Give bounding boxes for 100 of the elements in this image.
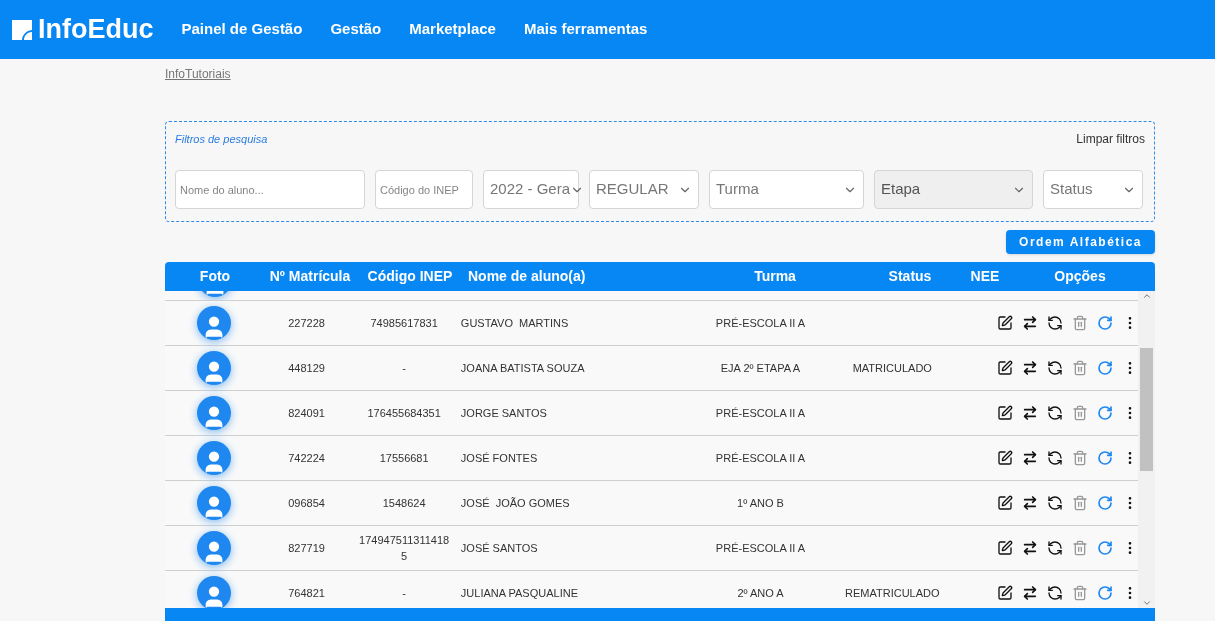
- edit-icon[interactable]: [997, 315, 1013, 331]
- sync-icon[interactable]: [1047, 450, 1063, 466]
- class-name: 2º ANO A: [737, 586, 784, 599]
- avatar-icon: [196, 486, 231, 520]
- column-header: Opções: [1054, 268, 1106, 284]
- edit-icon[interactable]: [997, 405, 1013, 421]
- sync-icon[interactable]: [1047, 360, 1063, 376]
- reload-icon[interactable]: [1097, 585, 1113, 601]
- inep-code: 1749475113114185: [358, 532, 451, 564]
- nav-link[interactable]: Gestão: [330, 18, 382, 41]
- class-name: EJA 2º ETAPA A: [720, 361, 801, 374]
- enrollment-number: 227228: [288, 316, 325, 329]
- sync-icon[interactable]: [1047, 585, 1063, 601]
- column-header: Nº Matrícula: [269, 268, 351, 284]
- edit-icon[interactable]: [997, 495, 1013, 511]
- reload-icon[interactable]: [1097, 405, 1113, 421]
- text-input-field[interactable]: Código do INEP: [375, 170, 473, 209]
- sync-icon[interactable]: [1047, 405, 1063, 421]
- delete-icon[interactable]: [1072, 540, 1088, 556]
- swap-arrows-icon[interactable]: [1022, 360, 1038, 376]
- student-name: GUSTAVO MARTINS: [460, 316, 569, 329]
- nav-link[interactable]: Marketplace: [409, 18, 496, 41]
- enrollment-number: 742224: [288, 451, 325, 464]
- swap-arrows-icon[interactable]: [1022, 450, 1038, 466]
- edit-icon[interactable]: [997, 540, 1013, 556]
- class-name: PRÉ-ESCOLA II A: [715, 451, 806, 464]
- avatar-icon: [196, 306, 231, 340]
- edit-icon[interactable]: [997, 585, 1013, 601]
- delete-icon[interactable]: [1072, 360, 1088, 376]
- swap-arrows-icon[interactable]: [1022, 495, 1038, 511]
- column-header: NEE: [970, 268, 1000, 284]
- swap-arrows-icon[interactable]: [1022, 315, 1038, 331]
- edit-icon[interactable]: [997, 360, 1013, 376]
- delete-icon[interactable]: [1072, 405, 1088, 421]
- nav-link[interactable]: Mais ferramentas: [523, 18, 648, 41]
- tutorials-link[interactable]: InfoTutoriais: [165, 65, 231, 83]
- reload-icon[interactable]: [1097, 360, 1113, 376]
- status-text: MATRICULADO: [852, 361, 932, 374]
- enrollment-number: 764821: [288, 586, 325, 599]
- student-name: JOSÉ FONTES: [460, 451, 538, 464]
- logo-icon: [10, 17, 34, 42]
- student-name: JOSÉ SANTOS: [460, 541, 538, 554]
- class-name: PRÉ-ESCOLA II A: [715, 406, 806, 419]
- nav-link[interactable]: Painel de Gestão: [181, 18, 303, 41]
- table-row[interactable]: 227228 74985617831 GUSTAVO MARTINS PRÉ-ESCOLA II A: [165, 301, 1138, 346]
- sync-icon[interactable]: [1047, 495, 1063, 511]
- table-row[interactable]: 448129 - JOANA BATISTA SOUZA EJA 2º ETAPA A MATRICULADO: [165, 346, 1138, 391]
- delete-icon[interactable]: [1072, 450, 1088, 466]
- swap-arrows-icon[interactable]: [1022, 585, 1038, 601]
- column-header: Código INEP: [367, 268, 453, 284]
- inep-code: 74985617831: [369, 315, 439, 331]
- swap-arrows-icon[interactable]: [1022, 540, 1038, 556]
- column-header: Turma: [754, 268, 796, 284]
- logo-text: InfoEduc: [38, 16, 154, 43]
- table-row[interactable]: 824091 176455684351 JORGE SANTOS PRÉ-ESCOLA II A: [165, 391, 1138, 436]
- inep-code: -: [401, 360, 407, 376]
- enrollment-number: 096854: [288, 496, 325, 509]
- clear-filters-link[interactable]: Limpar filtros: [1076, 130, 1145, 148]
- table-row[interactable]: 096854 1548624 JOSÉ JOÃO GOMES 1º ANO B: [165, 481, 1138, 526]
- inep-code: 17556681: [378, 450, 430, 466]
- class-name: PRÉ-ESCOLA II A: [715, 541, 806, 554]
- avatar-icon: [196, 441, 231, 475]
- filters-title: Filtros de pesquisa: [175, 131, 268, 147]
- text-input-field[interactable]: Nome do aluno...: [175, 170, 365, 209]
- scroll-up-icon[interactable]: [1141, 291, 1152, 301]
- class-name: 1º ANO B: [737, 496, 784, 509]
- swap-arrows-icon[interactable]: [1022, 405, 1038, 421]
- column-header: Nome de aluno(a): [468, 268, 586, 284]
- edit-icon[interactable]: [997, 450, 1013, 466]
- reload-icon[interactable]: [1097, 495, 1113, 511]
- inep-code: -: [401, 585, 407, 601]
- inep-code: 1548624: [381, 495, 427, 511]
- student-name: JULIANA PASQUALINE: [460, 586, 578, 599]
- table-row[interactable]: 827719 1749475113114185 JOSÉ SANTOS PRÉ-ESCOLA II A: [165, 526, 1138, 571]
- student-name: JOANA BATISTA SOUZA: [460, 361, 585, 374]
- student-name: JORGE SANTOS: [460, 406, 547, 419]
- class-name: PRÉ-ESCOLA II A: [715, 316, 806, 329]
- delete-icon[interactable]: [1072, 495, 1088, 511]
- select-dropdown[interactable]: 2022 - Gera: [483, 170, 579, 209]
- status-text: REMATRICULADO: [845, 586, 940, 599]
- reload-icon[interactable]: [1097, 540, 1113, 556]
- reload-icon[interactable]: [1097, 450, 1113, 466]
- sync-icon[interactable]: [1047, 315, 1063, 331]
- scrollbar[interactable]: [1138, 291, 1155, 608]
- inep-code: 176455684351: [366, 405, 442, 421]
- enrollment-number: 448129: [288, 361, 325, 374]
- enrollment-number: 824091: [288, 406, 325, 419]
- reload-icon[interactable]: [1097, 315, 1113, 331]
- delete-icon[interactable]: [1072, 585, 1088, 601]
- select-dropdown[interactable]: REGULAR: [589, 170, 699, 209]
- delete-icon[interactable]: [1072, 315, 1088, 331]
- alphabetical-order-button[interactable]: Ordem Alfabética: [1006, 230, 1155, 254]
- scroll-down-icon[interactable]: [1141, 598, 1152, 608]
- select-dropdown[interactable]: Status: [1043, 170, 1143, 209]
- select-dropdown[interactable]: Turma: [709, 170, 864, 209]
- sync-icon[interactable]: [1047, 540, 1063, 556]
- table-row[interactable]: 742224 17556681 JOSÉ FONTES PRÉ-ESCOLA II A: [165, 436, 1138, 481]
- column-header: Foto: [199, 268, 231, 284]
- avatar-icon: [196, 351, 231, 385]
- column-header: Status: [888, 268, 932, 284]
